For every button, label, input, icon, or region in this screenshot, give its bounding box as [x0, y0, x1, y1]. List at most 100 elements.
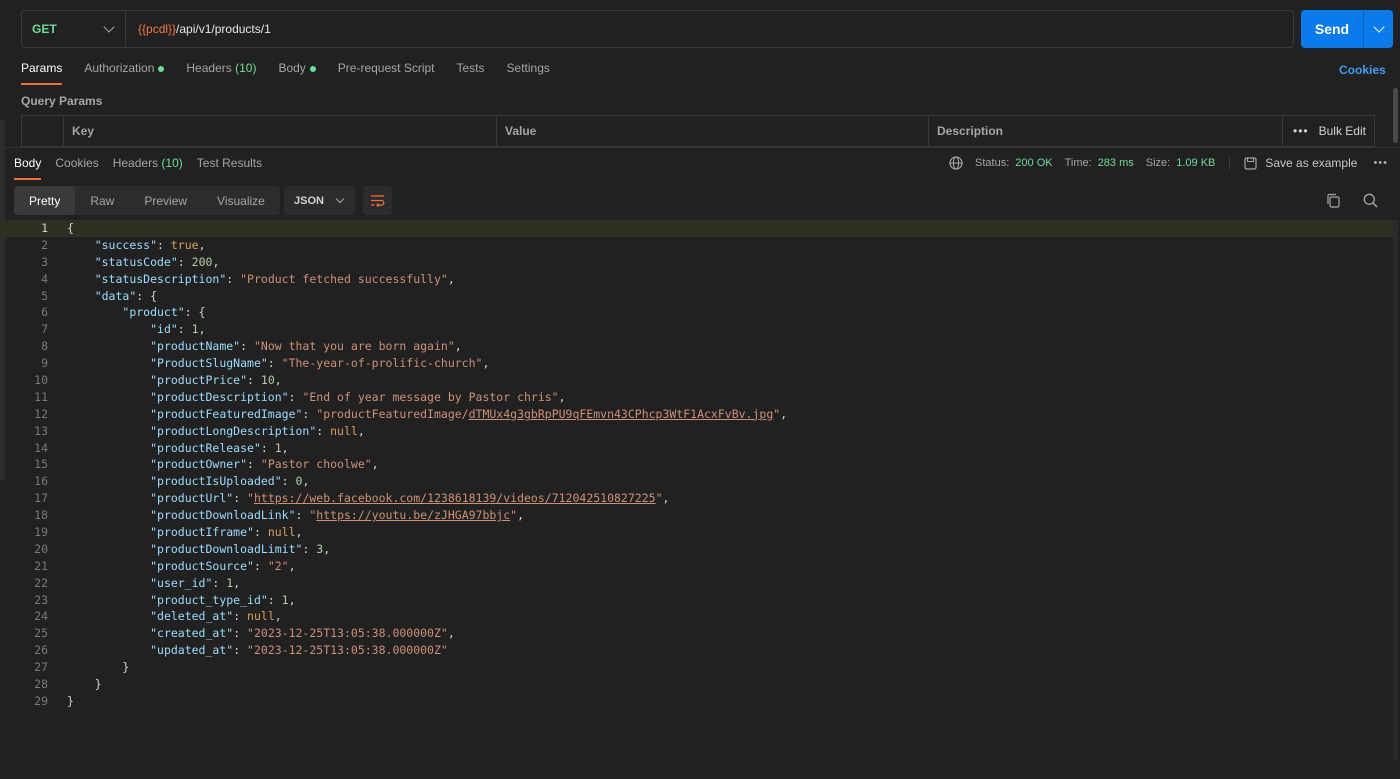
code-text: "productPrice": 10,	[150, 373, 282, 388]
format-preview[interactable]: Preview	[129, 186, 202, 215]
line-number: 12	[34, 406, 48, 421]
code-text: "productUrl": "https://web.facebook.com/…	[150, 491, 670, 506]
line-number: 9	[41, 356, 48, 371]
query-params-table: Key Value Description ••• Bulk Edit	[21, 115, 1375, 147]
more-icon: •••	[1293, 124, 1309, 138]
bulk-edit-label: Bulk Edit	[1318, 124, 1366, 138]
save-as-example-button[interactable]: Save as example	[1265, 156, 1357, 170]
code-line: 14 "productRelease": 1,	[0, 440, 1393, 457]
format-visualize[interactable]: Visualize	[202, 186, 280, 215]
tab-body[interactable]: Body	[278, 61, 316, 85]
code-line: 13 "productLongDescription": null,	[0, 423, 1393, 440]
tab-settings[interactable]: Settings	[507, 61, 550, 85]
tab-label: Test Results	[196, 156, 263, 170]
size-value[interactable]: 1.09 KB	[1176, 157, 1215, 169]
format-toggle: Pretty Raw Preview Visualize	[14, 186, 280, 215]
send-button[interactable]: Send	[1301, 10, 1364, 48]
column-key: Key	[64, 116, 497, 146]
cookies-link[interactable]: Cookies	[1339, 63, 1386, 77]
code-line: 4 "statusDescription": "Product fetched …	[0, 271, 1393, 288]
tab-headers[interactable]: Headers (10)	[186, 61, 256, 85]
scrollbar-response[interactable]	[1393, 220, 1398, 760]
tab-test-results[interactable]: Test Results	[197, 156, 262, 180]
line-number: 22	[34, 575, 48, 590]
line-number: 26	[34, 643, 48, 658]
copy-icon[interactable]	[1326, 193, 1341, 208]
code-line: 10 "productPrice": 10,	[0, 372, 1393, 389]
tab-response-body[interactable]: Body	[14, 156, 42, 180]
tab-label: Body	[14, 156, 42, 170]
status-value[interactable]: 200 OK	[1015, 157, 1052, 169]
column-description: Description	[929, 116, 1283, 146]
code-text: "productIsUploaded": 0,	[150, 474, 310, 489]
code-text: "productOwner": "Pastor choolwe",	[150, 457, 379, 472]
code-text: "productIframe": null,	[150, 525, 303, 540]
line-number: 6	[41, 305, 48, 320]
tab-count: (10)	[161, 156, 183, 170]
line-number: 1	[41, 221, 48, 235]
line-number: 3	[41, 254, 48, 269]
tab-response-headers[interactable]: Headers (10)	[113, 156, 183, 180]
scrollbar-params[interactable]	[1393, 88, 1398, 143]
code-line: 7 "id": 1,	[0, 321, 1393, 338]
code-text: "productFeaturedImage": "productFeatured…	[150, 406, 788, 421]
line-number: 17	[34, 491, 48, 506]
tab-pre-request-script[interactable]: Pre-request Script	[338, 61, 435, 85]
format-raw[interactable]: Raw	[75, 186, 129, 215]
code-text: "updated_at": "2023-12-25T13:05:38.00000…	[150, 643, 448, 658]
code-text: "ProductSlugName": "The-year-of-prolific…	[150, 356, 490, 371]
line-number: 28	[34, 677, 48, 692]
tab-count: (10)	[235, 61, 257, 75]
code-text: "statusCode": 200,	[94, 254, 220, 269]
line-number: 20	[34, 541, 48, 556]
url-variable: {{pcdl}}	[138, 22, 177, 36]
url-input[interactable]: {{pcdl}}/api/v1/products/1	[126, 22, 271, 36]
code-line: 18 "productDownloadLink": "https://youtu…	[0, 507, 1393, 524]
tab-params[interactable]: Params	[21, 61, 63, 85]
chevron-down-icon	[335, 194, 345, 203]
tab-authorization[interactable]: Authorization	[84, 61, 165, 85]
line-number: 15	[34, 457, 48, 472]
code-line: 2 "success": true,	[0, 237, 1393, 254]
language-select[interactable]: JSON	[284, 186, 355, 215]
code-text: "productName": "Now that you are born ag…	[150, 339, 462, 354]
divider	[0, 147, 1400, 148]
line-number: 14	[34, 440, 48, 455]
tab-response-cookies[interactable]: Cookies	[55, 156, 98, 180]
url-path: /api/v1/products/1	[176, 22, 271, 36]
tab-label: Cookies	[55, 156, 99, 170]
more-icon[interactable]: •••	[1373, 157, 1388, 169]
line-number: 23	[34, 592, 48, 607]
tab-tests[interactable]: Tests	[457, 61, 485, 85]
code-line: 16 "productIsUploaded": 0,	[0, 473, 1393, 490]
search-icon[interactable]	[1363, 193, 1378, 208]
globe-icon[interactable]	[949, 156, 963, 170]
code-text: }	[67, 677, 102, 692]
code-line: 1{	[0, 220, 1393, 237]
code-line: 17 "productUrl": "https://web.facebook.c…	[0, 490, 1393, 507]
bulk-edit-button[interactable]: ••• Bulk Edit	[1283, 116, 1374, 146]
response-body-editor[interactable]: 1{2 "success": true, 3 "statusCode": 200,…	[0, 220, 1393, 710]
tab-label: Body	[278, 61, 306, 75]
line-number: 27	[34, 660, 48, 675]
code-text: "productDownloadLimit": 3,	[150, 541, 331, 556]
code-line: 5 "data": {	[0, 288, 1393, 305]
line-number: 2	[41, 237, 48, 252]
code-line: 12 "productFeaturedImage": "productFeatu…	[0, 406, 1393, 423]
code-line: 24 "deleted_at": null,	[0, 608, 1393, 625]
method-select[interactable]: GET	[22, 11, 126, 47]
code-line: 11 "productDescription": "End of year me…	[0, 389, 1393, 406]
code-text: "product": {	[122, 305, 206, 320]
code-line: 22 "user_id": 1,	[0, 575, 1393, 592]
line-number: 19	[34, 525, 48, 540]
wrap-button[interactable]	[363, 186, 392, 215]
line-number: 11	[34, 389, 48, 404]
time-value[interactable]: 283 ms	[1098, 157, 1134, 169]
code-text: }	[67, 693, 74, 708]
query-params-title: Query Params	[21, 94, 103, 108]
line-number: 7	[41, 322, 48, 337]
response-status-bar: Status: 200 OK Time: 283 ms Size: 1.09 K…	[949, 156, 1388, 170]
send-options-button[interactable]	[1364, 10, 1393, 48]
format-pretty[interactable]: Pretty	[14, 186, 76, 215]
url-bar: GET {{pcdl}}/api/v1/products/1	[21, 10, 1294, 48]
